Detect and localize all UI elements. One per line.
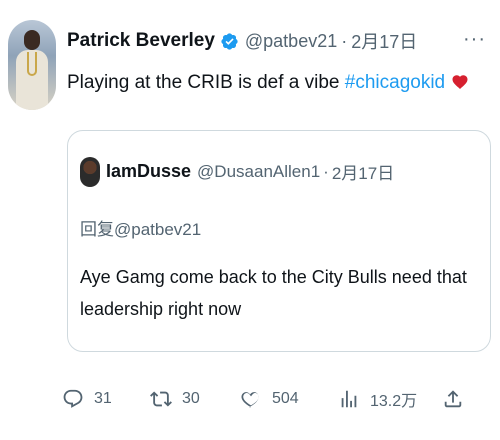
tweet-card[interactable]: Patrick Beverley @patbev21 · 2月17日 ··· P…: [0, 0, 500, 440]
retweet-icon: [150, 391, 172, 407]
like-button[interactable]: 504: [240, 384, 299, 414]
tweet-text: Playing at the CRIB is def a vibe #chica…: [67, 72, 469, 94]
share-icon: [444, 390, 462, 408]
heart-emoji-icon: [452, 75, 468, 89]
tweet-text-body: Playing at the CRIB is def a vibe: [67, 72, 345, 93]
author-display-name[interactable]: Patrick Beverley: [67, 30, 215, 52]
hashtag-link[interactable]: #chicagokid: [345, 72, 445, 93]
reply-mention: @patbev21: [114, 220, 202, 239]
reply-count: 31: [94, 390, 112, 407]
header-separator: ·: [341, 30, 348, 51]
quote-separator: ·: [323, 161, 329, 181]
verified-badge-icon: [221, 32, 238, 50]
reply-icon: [63, 389, 83, 408]
quote-reply-context: 回复@patbev21: [80, 215, 201, 240]
quote-time: 2月17日: [331, 164, 395, 183]
avatar-chain: [27, 52, 37, 76]
quoted-tweet[interactable]: IamDusse @DusaanAllen1 · 2月17日 回复@patbev…: [67, 130, 491, 352]
reply-button[interactable]: 31: [62, 384, 112, 414]
retweet-button[interactable]: 30: [150, 384, 200, 414]
share-button[interactable]: [442, 384, 464, 414]
views-count: 13.2万: [370, 393, 418, 410]
views-button[interactable]: 13.2万: [338, 384, 417, 414]
quote-author-avatar[interactable]: [80, 157, 100, 187]
avatar-head: [24, 30, 40, 50]
author-handle[interactable]: @patbev21: [245, 31, 337, 52]
views-icon: [341, 390, 357, 408]
quote-handle: @DusaanAllen1: [197, 161, 321, 181]
action-bar: 31 30 504 13.2万: [62, 384, 482, 414]
author-avatar[interactable]: [8, 20, 56, 110]
tweet-header: Patrick Beverley @patbev21 · 2月17日: [67, 28, 417, 54]
quote-header: IamDusse @DusaanAllen1 · 2月17日: [106, 159, 394, 184]
quote-display-name: IamDusse: [106, 161, 192, 181]
more-icon[interactable]: ···: [463, 28, 486, 51]
tweet-time[interactable]: 2月17日: [351, 28, 417, 54]
retweet-count: 30: [182, 390, 200, 407]
reply-label: 回复: [80, 220, 114, 239]
like-icon: [241, 392, 259, 408]
like-count: 504: [272, 390, 299, 407]
quote-body-text: Aye Gamg come back to the City Bulls nee…: [80, 267, 467, 319]
